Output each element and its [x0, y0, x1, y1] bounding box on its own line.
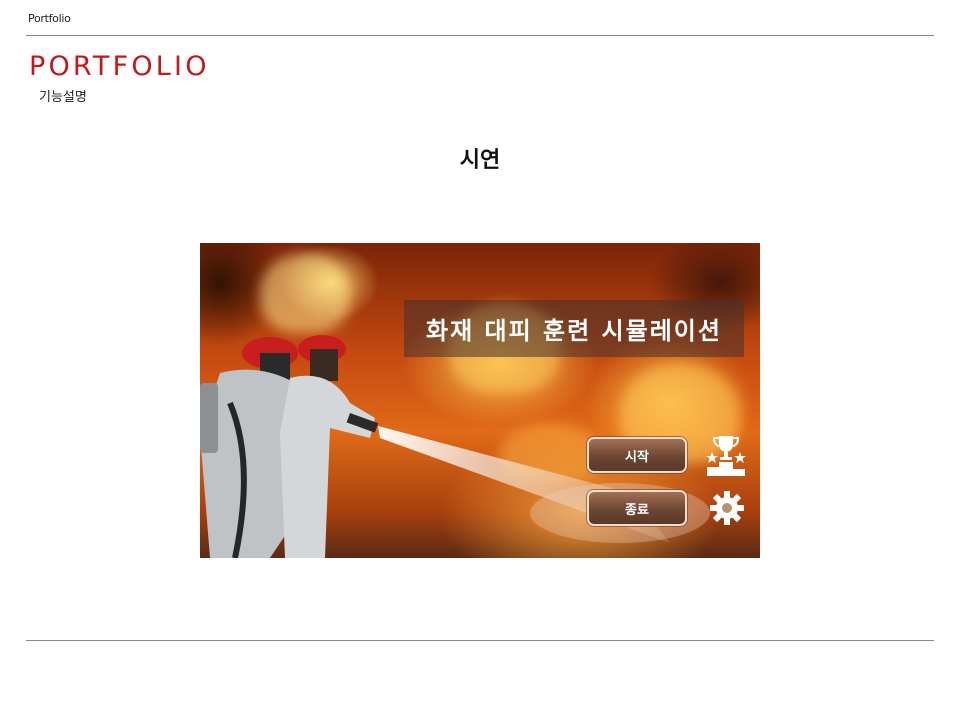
- exit-button[interactable]: 종료: [587, 490, 687, 526]
- top-divider: [26, 35, 934, 36]
- brand-title: PORTFOLIO: [29, 51, 210, 82]
- page-subtitle: 기능설명: [39, 90, 87, 105]
- game-screenshot: 화재 대피 훈련 시뮬레이션 시작 종료: [200, 243, 760, 558]
- settings-gear-icon[interactable]: [705, 486, 749, 530]
- bottom-divider: [26, 640, 934, 641]
- top-label: Portfolio: [28, 12, 71, 25]
- section-title: 시연: [459, 148, 501, 173]
- start-button[interactable]: 시작: [587, 437, 687, 473]
- game-title-banner: 화재 대피 훈련 시뮬레이션: [404, 300, 744, 357]
- ranking-trophy-icon[interactable]: [704, 432, 748, 476]
- firefighters-illustration: [200, 335, 379, 558]
